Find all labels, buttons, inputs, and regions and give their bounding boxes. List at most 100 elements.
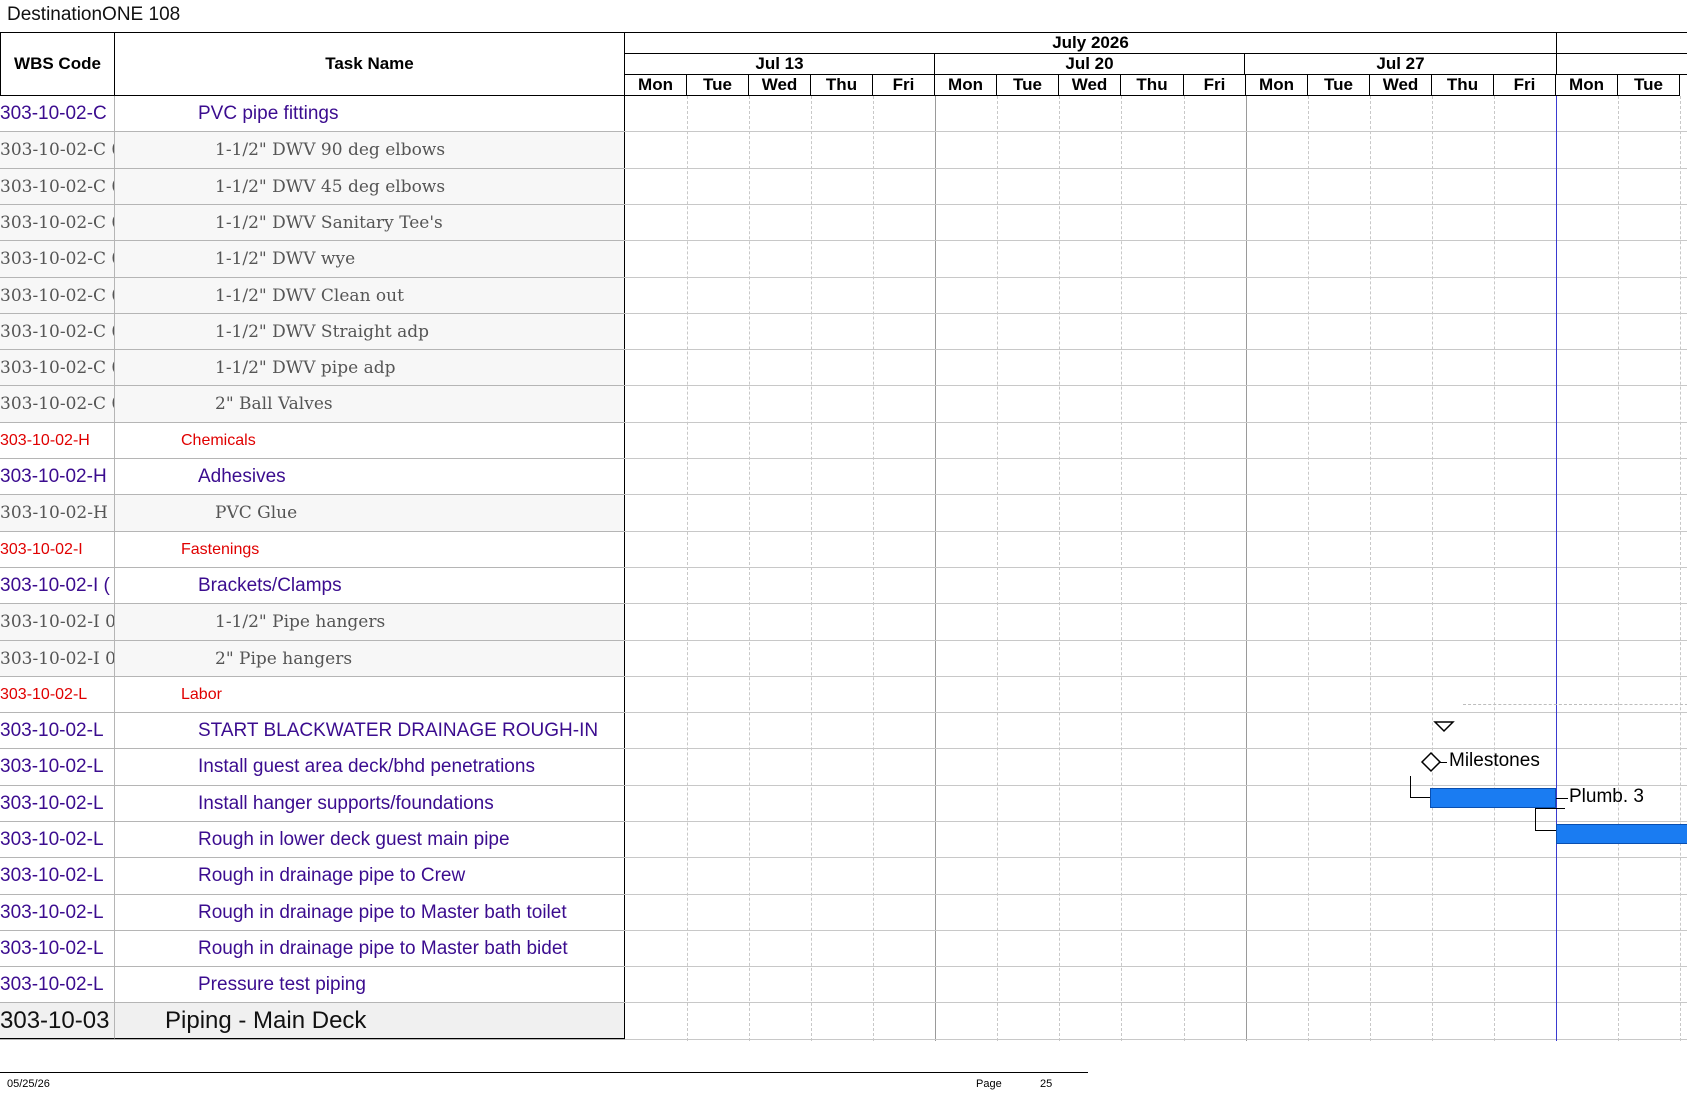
task-row[interactable]: 303-10-02-H Chemicals <box>0 423 625 459</box>
task-name-cell[interactable]: 1-1/2" DWV wye <box>115 241 625 277</box>
gantt-row-line <box>625 603 1687 604</box>
gantt-gridline <box>749 96 750 1041</box>
dependency-connector <box>1410 776 1411 797</box>
task-name-cell[interactable]: Labor <box>115 677 625 712</box>
gantt-grid: WBS Code Task Name July 2026 Jul 13 Jul … <box>0 32 1687 1041</box>
task-name-cell[interactable]: Rough in drainage pipe to Master bath to… <box>115 895 625 930</box>
gantt-row-line <box>625 640 1687 641</box>
task-name-cell[interactable]: PVC Glue <box>115 495 625 531</box>
task-row[interactable]: 303-10-02-I Fastenings <box>0 532 625 568</box>
task-bar[interactable] <box>1430 788 1556 808</box>
gantt-row-line <box>625 785 1687 786</box>
task-name-cell[interactable]: Pressure test piping <box>115 967 625 1002</box>
task-name-cell[interactable]: Fastenings <box>115 532 625 567</box>
task-name-cell[interactable]: Chemicals <box>115 423 625 458</box>
dependency-connector <box>1535 808 1565 809</box>
task-name-cell[interactable]: 1-1/2" DWV 45 deg elbows <box>115 169 625 204</box>
gantt-gridline <box>1494 96 1495 1041</box>
timescale-week-next <box>1557 54 1687 75</box>
task-name-cell[interactable]: START BLACKWATER DRAINAGE ROUGH-IN <box>115 713 625 748</box>
wbs-code-cell: 303-10-02-L <box>0 677 115 712</box>
wbs-code-cell: 303-10-02-L <box>0 786 115 821</box>
task-name-cell[interactable]: 1-1/2" DWV pipe adp <box>115 350 625 385</box>
task-row[interactable]: 303-10-02-C 0 1-1/2" DWV wye <box>0 241 625 278</box>
task-name-cell[interactable]: Install guest area deck/bhd penetrations <box>115 749 625 785</box>
task-row[interactable]: 303-10-02-C PVC pipe fittings <box>0 96 625 132</box>
gantt-gridline <box>687 96 688 1041</box>
task-row[interactable]: 303-10-02-H 0 PVC Glue <box>0 495 625 532</box>
timescale-day: Wed <box>1370 75 1432 96</box>
gantt-row-line <box>625 1002 1687 1003</box>
task-name-text: 2" Pipe hangers <box>215 648 353 669</box>
task-row[interactable]: 303-10-02-C 0 1-1/2" DWV Sanitary Tee's <box>0 205 625 241</box>
task-name-text: Rough in lower deck guest main pipe <box>198 828 510 850</box>
task-name-cell[interactable]: 2" Ball Valves <box>115 386 625 422</box>
task-name-text: START BLACKWATER DRAINAGE ROUGH-IN <box>198 719 599 741</box>
task-name-text: 1-1/2" DWV Clean out <box>215 285 404 306</box>
timescale-day: Wed <box>749 75 811 96</box>
task-name-cell[interactable]: 1-1/2" DWV Straight adp <box>115 314 625 349</box>
timescale-day: Tue <box>997 75 1059 96</box>
task-name-cell[interactable]: Adhesives <box>115 459 625 494</box>
task-name-text: Adhesives <box>198 465 286 487</box>
task-row[interactable]: 303-10-02-C 0 1-1/2" DWV pipe adp <box>0 350 625 386</box>
task-name-cell[interactable]: Rough in drainage pipe to Crew <box>115 858 625 894</box>
task-name-cell[interactable]: 1-1/2" Pipe hangers <box>115 604 625 640</box>
task-row[interactable]: 303-10-02-I (Brackets/Clamps <box>0 568 625 604</box>
gantt-row-line <box>625 930 1687 931</box>
task-name-cell[interactable]: 1-1/2" DWV Sanitary Tee's <box>115 205 625 240</box>
task-name-text: PVC Glue <box>215 503 298 523</box>
timescale-day: Fri <box>1184 75 1246 96</box>
task-name-text: Chemicals <box>181 431 256 449</box>
column-header-wbs[interactable]: WBS Code <box>0 32 115 96</box>
wbs-code-cell: 303-10-02-C 0 <box>0 350 115 385</box>
timescale-day: Fri <box>1494 75 1556 96</box>
milestone-diamond-icon[interactable] <box>1420 751 1442 773</box>
dependency-connector <box>1535 808 1536 830</box>
task-name-cell[interactable]: 1-1/2" DWV Clean out <box>115 278 625 313</box>
task-row[interactable]: 303-10-02-L Rough in lower deck guest mai… <box>0 822 625 858</box>
task-name-cell[interactable]: 1-1/2" DWV 90 deg elbows <box>115 132 625 168</box>
wbs-code-cell: 303-10-02-L <box>0 858 115 894</box>
task-row[interactable]: 303-10-02-C 0 1-1/2" DWV Clean out <box>0 278 625 314</box>
task-row[interactable]: 303-10-02-L Rough in drainage pipe to Cre… <box>0 858 625 895</box>
task-row[interactable]: 303-10-02-L Install guest area deck/bhd p… <box>0 749 625 786</box>
wbs-code-cell: 303-10-02-L <box>0 822 115 857</box>
status-date-line <box>1556 96 1557 1041</box>
task-name-cell[interactable]: Install hanger supports/foundations <box>115 786 625 821</box>
task-row[interactable]: 303-10-02-C 0 1-1/2" DWV 90 deg elbows <box>0 132 625 169</box>
task-row[interactable]: 303-10-02-I 01 1-1/2" Pipe hangers <box>0 604 625 641</box>
task-row[interactable]: 303-10-02-L Pressure test piping <box>0 967 625 1003</box>
task-row[interactable]: 303-10-02-C 0 2" Ball Valves <box>0 386 625 423</box>
task-name-cell[interactable]: Brackets/Clamps <box>115 568 625 603</box>
task-row[interactable]: 303-10-02-C 0 1-1/2" DWV 45 deg elbows <box>0 169 625 205</box>
task-row[interactable]: 303-10-03 Piping - Main Deck <box>0 1003 625 1040</box>
task-row[interactable]: 303-10-02-C 0 1-1/2" DWV Straight adp <box>0 314 625 350</box>
task-bar[interactable] <box>1556 824 1687 844</box>
task-row[interactable]: 303-10-02-L Install hanger supports/found… <box>0 786 625 822</box>
task-row[interactable]: 303-10-02-L START BLACKWATER DRAINAGE ROU… <box>0 713 625 749</box>
gantt-gridline <box>1618 96 1619 1041</box>
column-header-task[interactable]: Task Name <box>115 32 625 96</box>
task-name-cell[interactable]: PVC pipe fittings <box>115 96 625 131</box>
timescale-day: Tue <box>1618 75 1680 96</box>
timescale-week: Jul 27 <box>1245 54 1557 75</box>
summary-collapse-icon[interactable] <box>1433 720 1455 734</box>
wbs-code-cell: 303-10-03 <box>0 1003 115 1039</box>
task-name-cell[interactable]: 2" Pipe hangers <box>115 641 625 676</box>
task-row[interactable]: 303-10-02-L Labor <box>0 677 625 713</box>
task-name-cell[interactable]: Piping - Main Deck <box>115 1003 625 1039</box>
wbs-code-cell: 303-10-02-C 0 <box>0 169 115 204</box>
gantt-gridline <box>1121 96 1122 1041</box>
gantt-row-line <box>625 821 1687 822</box>
task-row[interactable]: 303-10-02-I 01 2" Pipe hangers <box>0 641 625 677</box>
task-name-cell[interactable]: Rough in drainage pipe to Master bath bi… <box>115 931 625 966</box>
task-row[interactable]: 303-10-02-L Rough in drainage pipe to Mas… <box>0 895 625 931</box>
task-row[interactable]: 303-10-02-H Adhesives <box>0 459 625 495</box>
footer-divider <box>0 1072 1088 1073</box>
task-name-cell[interactable]: Rough in lower deck guest main pipe <box>115 822 625 857</box>
wbs-code-cell: 303-10-02-I <box>0 532 115 567</box>
task-row[interactable]: 303-10-02-L Rough in drainage pipe to Mas… <box>0 931 625 967</box>
task-name-text: Fastenings <box>181 540 260 558</box>
task-name-text: 1-1/2" DWV 45 deg elbows <box>215 176 446 197</box>
